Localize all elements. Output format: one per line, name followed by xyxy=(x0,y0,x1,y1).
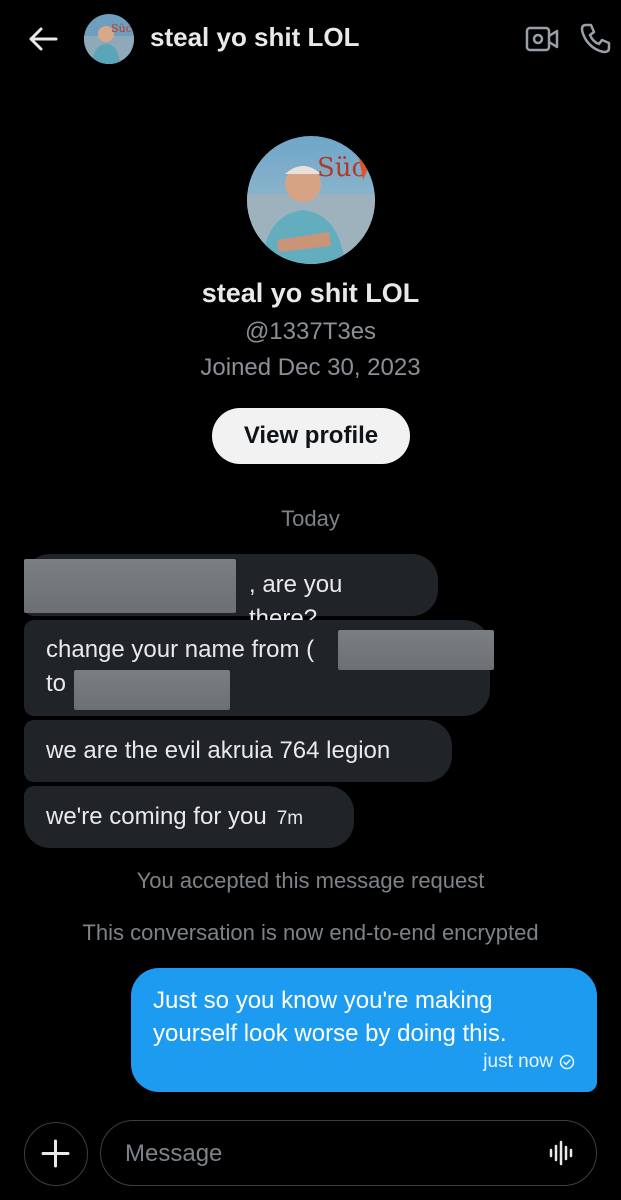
message-text: we're coming for you xyxy=(46,803,267,830)
message-timestamp: 7m xyxy=(276,808,304,829)
system-notice-encrypted: This conversation is now end-to-end encr… xyxy=(82,920,539,945)
system-notice-accepted: You accepted this message request xyxy=(136,868,485,893)
phone-icon[interactable] xyxy=(578,20,614,56)
incoming-message[interactable]: change your name from ( to xyxy=(24,620,494,716)
outgoing-message[interactable]: Just so you know you're making yourself … xyxy=(131,968,597,1092)
message-composer[interactable] xyxy=(100,1120,597,1186)
incoming-message[interactable]: we're coming for you 7m xyxy=(24,786,354,848)
message-text: Just so you know you're making yourself … xyxy=(153,987,507,1047)
video-call-icon[interactable] xyxy=(524,22,560,56)
message-text: we are the evil akruia 764 legion xyxy=(46,737,391,764)
avatar-logo-text: Süc xyxy=(111,22,132,35)
avatar-logo-text: Süc xyxy=(317,153,366,183)
message-input[interactable] xyxy=(123,1121,527,1186)
sent-check-icon xyxy=(559,1054,575,1069)
header-avatar[interactable]: Süc xyxy=(84,14,134,64)
profile-name: steal yo shit LOL xyxy=(201,278,420,308)
view-profile-button[interactable]: View profile xyxy=(212,408,410,464)
incoming-message[interactable]: we are the evil akruia 764 legion xyxy=(24,720,452,782)
day-divider: Today xyxy=(281,506,340,531)
profile-handle: @1337T3es xyxy=(244,318,377,345)
incoming-message[interactable]: , are you there? xyxy=(24,554,438,632)
redacted-name xyxy=(338,630,494,670)
message-timestamp: just now xyxy=(483,1051,553,1072)
plus-icon xyxy=(41,1139,70,1168)
message-status: just now xyxy=(483,1045,575,1078)
redacted-name xyxy=(24,559,236,613)
header-title[interactable]: steal yo shit LOL xyxy=(150,22,360,53)
conversation-header: Süc steal yo shit LOL xyxy=(0,0,621,78)
profile-avatar[interactable]: Süc xyxy=(247,136,375,264)
back-arrow-icon[interactable] xyxy=(26,22,60,56)
voice-waveform-icon[interactable] xyxy=(548,1139,574,1167)
add-attachment-button[interactable] xyxy=(24,1122,88,1186)
redacted-name xyxy=(74,670,230,710)
profile-joined-date: Joined Dec 30, 2023 xyxy=(200,354,421,381)
